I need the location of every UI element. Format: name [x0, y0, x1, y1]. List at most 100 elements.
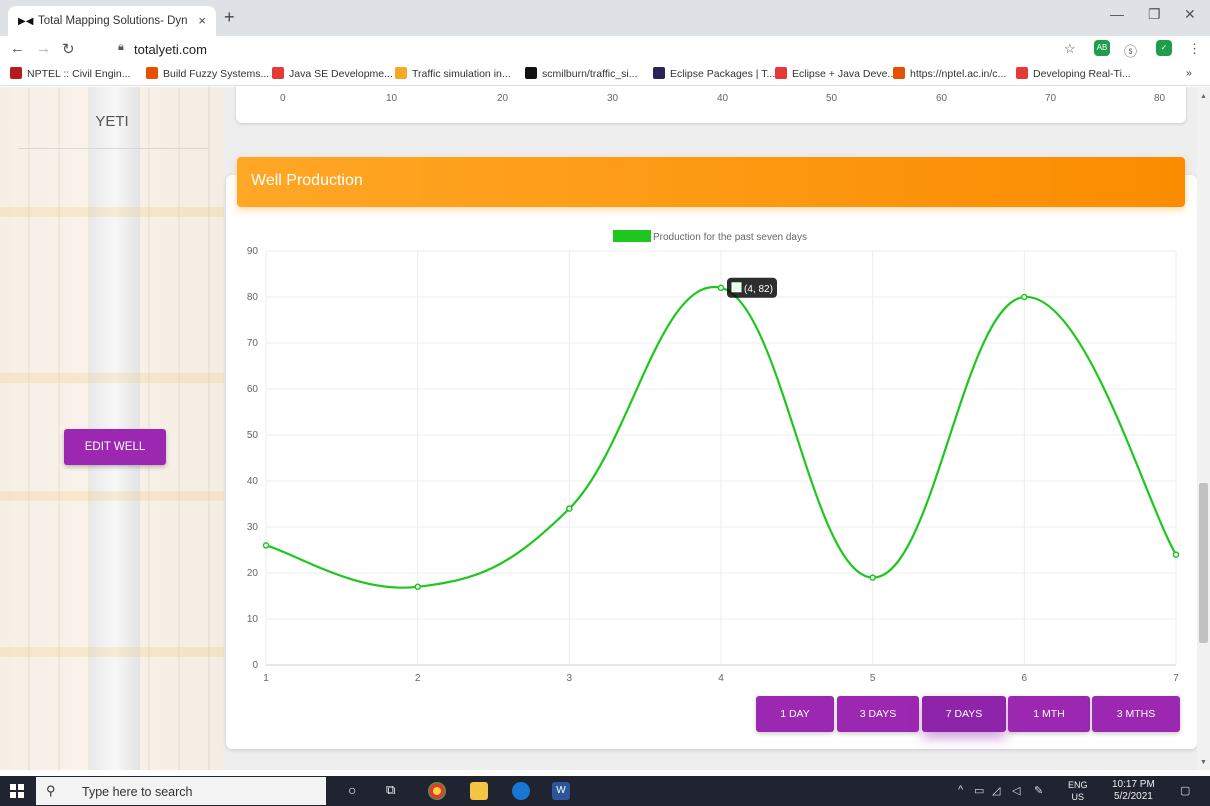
language-code: ENG [1068, 780, 1088, 790]
notifications-icon[interactable]: ▢ [1180, 784, 1190, 797]
task-view-icon[interactable]: ⧉ [386, 782, 404, 800]
address-bar[interactable]: 🔒︎ totalyeti.com [110, 38, 1040, 60]
scroll-down-icon[interactable]: ▼ [1200, 759, 1207, 766]
bookmark-item[interactable]: Eclipse + Java Deve... [775, 67, 896, 80]
y-tick-label: 10 [247, 614, 259, 625]
input-language[interactable]: ENG US [1068, 779, 1088, 803]
tab-title: Total Mapping Solutions- Dynac [38, 15, 188, 27]
page-scrollbar[interactable]: ▲ ▼ [1197, 87, 1210, 770]
scrollbar-thumb[interactable] [1199, 483, 1208, 643]
x-tick-label: 70 [1045, 93, 1057, 104]
cortana-icon[interactable]: ○ [348, 782, 366, 800]
x-tick-label: 4 [718, 673, 724, 684]
bookmark-favicon-icon [775, 67, 787, 79]
browser-app-icon[interactable] [512, 782, 530, 800]
range-7-days-button[interactable]: 7 DAYS [922, 696, 1006, 732]
browser-tab[interactable]: ▶◀ Total Mapping Solutions- Dynac × [8, 6, 216, 36]
x-tick-label: 80 [1154, 93, 1166, 104]
word-icon[interactable]: W [552, 782, 570, 800]
range-3-days-button[interactable]: 3 DAYS [837, 696, 919, 732]
x-tick-label: 30 [607, 93, 619, 104]
tab-close-icon[interactable]: × [198, 13, 206, 28]
adblock-extension-icon[interactable]: AB [1094, 40, 1110, 56]
x-tick-label: 2 [415, 673, 421, 684]
data-point[interactable] [869, 574, 876, 581]
file-explorer-icon[interactable] [470, 782, 488, 800]
range-1-month-button[interactable]: 1 MTH [1008, 696, 1090, 732]
browser-menu-icon[interactable]: ⋮ [1188, 41, 1201, 57]
bookmark-item[interactable]: Java SE Developme... [272, 67, 393, 80]
sidebar-brand: YETI [95, 113, 129, 130]
x-tick-label: 60 [936, 93, 948, 104]
bookmark-item[interactable]: Build Fuzzy Systems... [146, 67, 269, 80]
scroll-up-icon[interactable]: ▲ [1200, 93, 1207, 100]
maximize-icon[interactable]: ❐ [1148, 6, 1161, 23]
shield-extension-icon[interactable]: ✓ [1156, 40, 1172, 56]
site-favicon-icon: ▶◀ [18, 16, 34, 27]
minimize-icon[interactable]: — [1110, 6, 1124, 22]
tray-pen-icon[interactable]: ✎ [1034, 784, 1043, 797]
new-tab-icon[interactable]: + [224, 7, 235, 28]
edit-well-button[interactable]: EDIT WELL [64, 429, 166, 465]
chart-legend[interactable]: Production for the past seven days [613, 230, 807, 243]
range-3-months-button[interactable]: 3 MTHS [1092, 696, 1180, 732]
lock-icon: 🔒︎ [118, 41, 124, 53]
profile-icon[interactable]: ⓢ [1124, 41, 1137, 60]
bookmark-item[interactable]: Traffic simulation in... [395, 67, 511, 80]
tray-volume-icon[interactable]: ◁ [1012, 784, 1020, 797]
sidebar-divider [18, 148, 208, 149]
reload-icon[interactable]: ↻ [62, 40, 75, 58]
y-tick-label: 60 [247, 384, 259, 395]
chart-tooltip: (4, 82) [727, 277, 777, 298]
taskbar-clock[interactable]: 10:17 PM 5/2/2021 [1112, 779, 1155, 803]
region-code: US [1071, 792, 1085, 802]
bookmark-item[interactable]: Developing Real-Ti... [1016, 67, 1131, 80]
back-icon[interactable]: ← [10, 40, 25, 57]
data-point[interactable] [1172, 551, 1180, 558]
taskbar-search-placeholder: Type here to search [82, 785, 193, 799]
data-point[interactable] [414, 583, 421, 591]
tooltip-swatch [731, 282, 742, 293]
bookmark-favicon-icon [893, 67, 905, 79]
data-point[interactable] [262, 542, 270, 549]
panel-title: Well Production [251, 172, 363, 189]
tray-chevron-icon[interactable]: ^ [958, 784, 963, 796]
bookmarks-overflow-icon[interactable]: » [1186, 67, 1192, 79]
clock-time: 10:17 PM [1112, 779, 1155, 790]
bookmark-item[interactable]: scmilburn/traffic_si... [525, 67, 638, 80]
x-axis-ticks: 1 2 3 4 5 6 7 [263, 673, 1179, 684]
x-tick-label: 7 [1173, 673, 1179, 684]
x-tick-label: 1 [263, 673, 269, 684]
x-tick-label: 40 [717, 93, 729, 104]
bookmark-item[interactable]: NPTEL :: Civil Engin... [10, 67, 130, 80]
bookmark-favicon-icon [1016, 67, 1028, 79]
clock-date: 5/2/2021 [1113, 791, 1153, 802]
bookmark-star-icon[interactable]: ☆ [1064, 41, 1076, 57]
bookmark-item[interactable]: Eclipse Packages | T... [653, 67, 775, 80]
data-point[interactable] [566, 505, 573, 512]
x-tick-label: 6 [1022, 673, 1028, 684]
data-point[interactable] [1021, 293, 1028, 301]
data-point[interactable] [717, 284, 725, 292]
y-tick-label: 90 [247, 246, 259, 257]
windows-start-icon[interactable] [10, 784, 24, 798]
y-tick-label: 0 [252, 660, 258, 671]
production-line-chart: 0 10 20 30 40 50 60 70 80 90 1 2 3 4 5 6 7 Production f… [247, 230, 1180, 684]
legend-label: Production for the past seven days [653, 232, 807, 243]
diagram-band [0, 491, 224, 501]
forward-icon[interactable]: → [36, 40, 51, 57]
tray-network-icon[interactable]: ◿ [992, 784, 1000, 797]
search-icon: ⚲ [46, 783, 56, 798]
diagram-band [0, 647, 224, 657]
x-tick-label: 20 [497, 93, 509, 104]
bookmark-favicon-icon [653, 67, 665, 79]
bookmark-item[interactable]: https://nptel.ac.in/c... [893, 67, 1006, 80]
diagram-band [0, 373, 224, 383]
chrome-icon[interactable] [428, 782, 446, 800]
y-tick-label: 80 [247, 292, 259, 303]
x-tick-label: 0 [280, 93, 286, 104]
range-1-day-button[interactable]: 1 DAY [756, 696, 834, 732]
x-tick-label: 5 [870, 673, 876, 684]
taskbar-search[interactable]: ⚲ Type here to search [36, 777, 326, 805]
window-close-icon[interactable]: ✕ [1184, 6, 1196, 23]
